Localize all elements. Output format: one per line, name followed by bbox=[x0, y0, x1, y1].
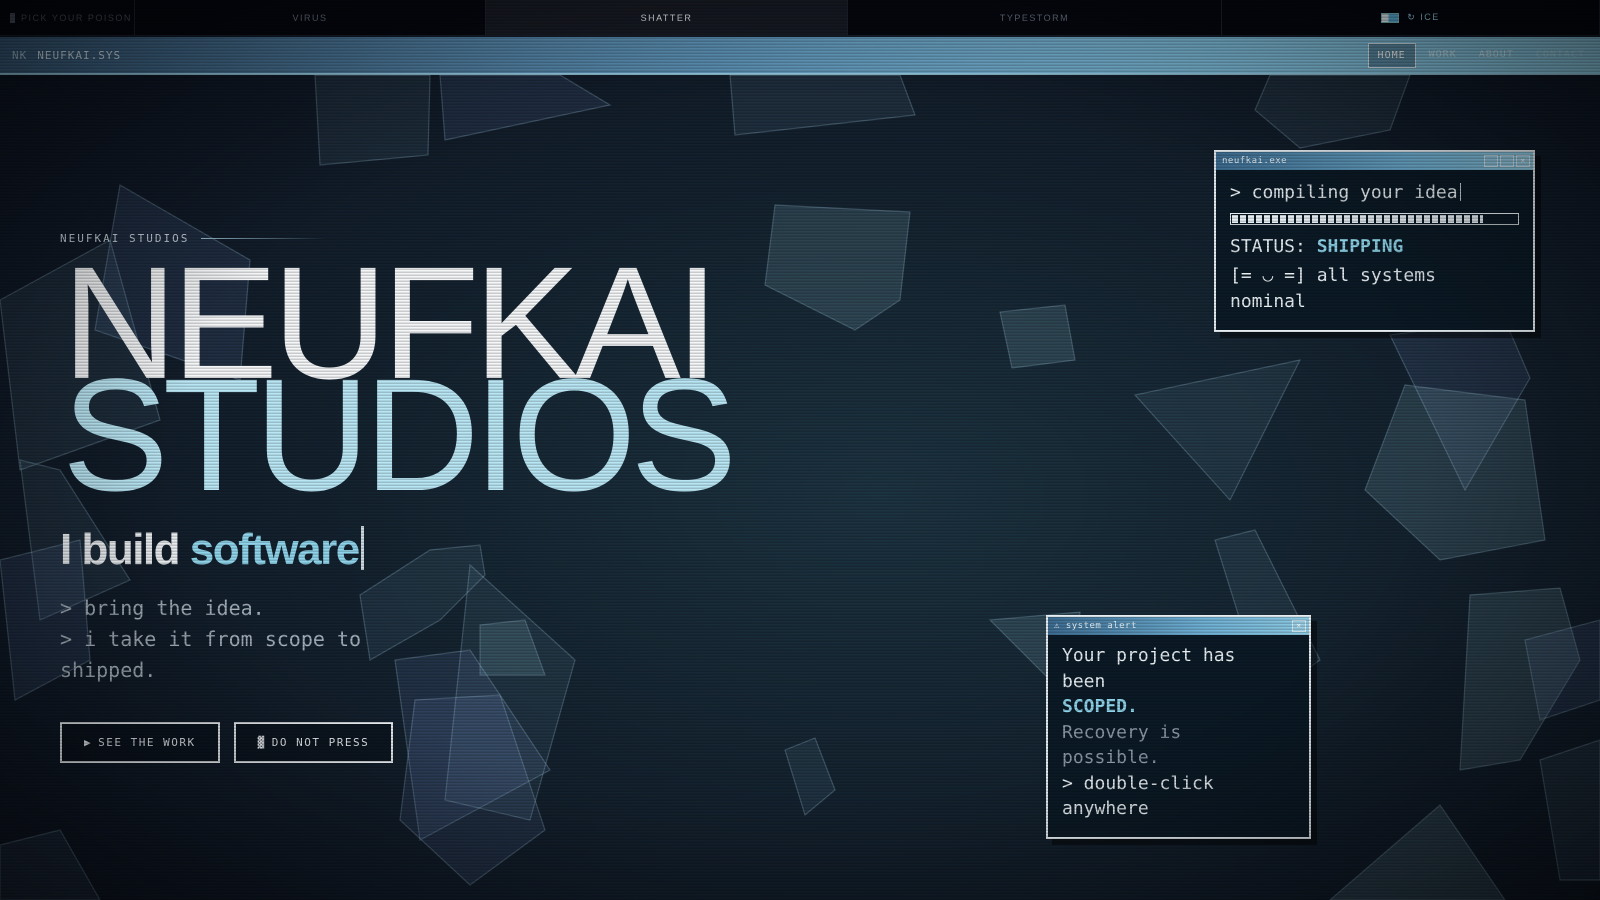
nav-links: HOME WORK ABOUT CONTACT bbox=[1367, 42, 1600, 68]
theme-tab-typestorm[interactable]: TYPESTORM bbox=[848, 0, 1222, 35]
tagline-accent: software bbox=[189, 525, 360, 574]
exe-window-controls: × bbox=[1484, 155, 1533, 167]
picker-pip-icon bbox=[10, 12, 15, 23]
theme-tab-ice[interactable]: ↻ ICE bbox=[1222, 0, 1600, 35]
logo-text: NEUFKAI.SYS bbox=[37, 48, 122, 62]
systems-nominal: [= ◡ =] all systems nominal bbox=[1230, 265, 1436, 312]
maximize-icon[interactable] bbox=[1500, 155, 1514, 167]
exe-window[interactable]: neufkai.exe × > compiling your idea STAT… bbox=[1214, 150, 1535, 332]
typing-caret bbox=[360, 526, 364, 570]
hero-title: NEUFKAI STUDIOS bbox=[62, 243, 737, 524]
scoped-text: SCOPED. bbox=[1062, 696, 1138, 717]
system-alert-window[interactable]: ⚠ system alert × Your project has been S… bbox=[1046, 615, 1311, 839]
site-logo[interactable]: NK NEUFKAI.SYS bbox=[0, 49, 121, 62]
hero-title-line2: STUDIOS bbox=[62, 345, 737, 524]
site-nav: NK NEUFKAI.SYS HOME WORK ABOUT CONTACT bbox=[0, 37, 1600, 75]
logo-mark: NK bbox=[12, 48, 28, 62]
progress-fill bbox=[1232, 215, 1483, 223]
nav-link-home[interactable]: HOME bbox=[1367, 42, 1416, 68]
status-line: STATUS: SHIPPING bbox=[1230, 236, 1404, 257]
exe-window-body: > compiling your idea STATUS: SHIPPING [… bbox=[1216, 170, 1533, 325]
nav-link-contact[interactable]: CONTACT bbox=[1527, 43, 1594, 68]
minimize-icon[interactable] bbox=[1484, 155, 1498, 167]
close-icon[interactable]: × bbox=[1516, 155, 1530, 167]
theme-tab-shatter[interactable]: SHATTER bbox=[486, 0, 848, 35]
alert-window-controls: × bbox=[1292, 620, 1309, 632]
do-not-press-button[interactable]: ▓ DO NOT PRESS bbox=[233, 722, 394, 763]
compile-progress-bar bbox=[1230, 213, 1519, 225]
nav-link-work[interactable]: WORK bbox=[1420, 43, 1466, 68]
close-icon[interactable]: × bbox=[1292, 620, 1306, 632]
alert-window-body: Your project has been SCOPED. Recovery i… bbox=[1048, 635, 1309, 832]
exe-window-titlebar[interactable]: neufkai.exe × bbox=[1216, 152, 1533, 170]
alert-window-titlebar[interactable]: ⚠ system alert × bbox=[1048, 617, 1309, 635]
see-the-work-button[interactable]: ▶ SEE THE WORK bbox=[60, 722, 220, 763]
theme-picker-bar: PICK YOUR POISON VIRUS SHATTER TYPESTORM… bbox=[0, 0, 1600, 36]
hero-section: NEUFKAI STUDIOS NEUFKAI STUDIOS I build … bbox=[60, 232, 737, 763]
hero-buttons: ▶ SEE THE WORK ▓ DO NOT PRESS bbox=[60, 722, 731, 763]
theme-tab-virus[interactable]: VIRUS bbox=[135, 0, 486, 35]
status-value: SHIPPING bbox=[1316, 236, 1404, 257]
block-icon: ▓ bbox=[257, 736, 266, 749]
theme-picker-label: PICK YOUR POISON bbox=[0, 0, 135, 35]
hero-tagline: I build software bbox=[60, 525, 731, 575]
play-icon: ▶ bbox=[84, 736, 93, 749]
compile-line: > compiling your idea bbox=[1230, 182, 1519, 203]
ice-swatch-icon bbox=[1381, 12, 1400, 23]
hero-description: > bring the idea. > i take it from scope… bbox=[60, 596, 362, 682]
nav-link-about[interactable]: ABOUT bbox=[1470, 43, 1523, 68]
text-cursor bbox=[1459, 183, 1461, 201]
